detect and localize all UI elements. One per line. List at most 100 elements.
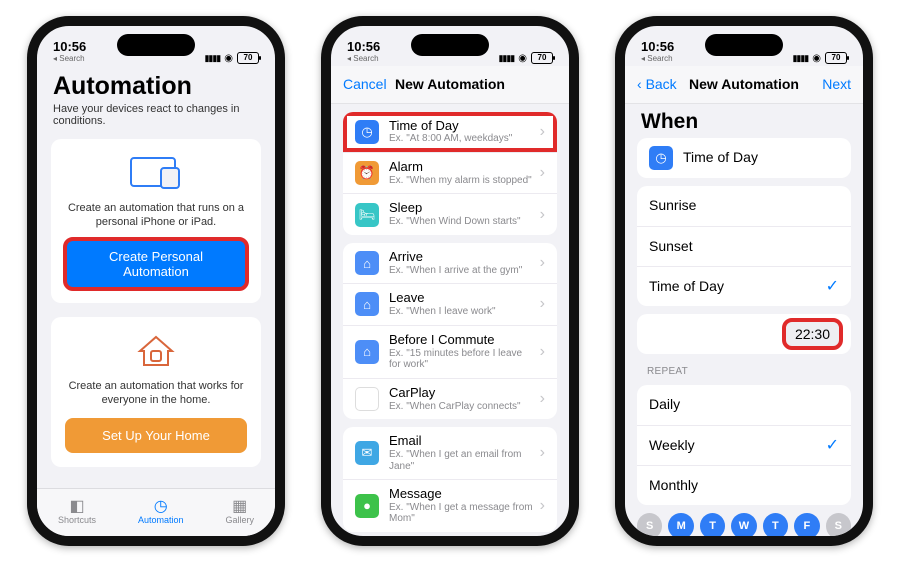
trigger-group-comm: ✉ EmailEx. "When I get an email from Jane… <box>343 427 557 532</box>
battery-icon: 70 <box>237 52 259 64</box>
nav-bar: Cancel New Automation <box>331 66 569 104</box>
wifi-icon <box>518 52 527 64</box>
day-toggle-1[interactable]: M <box>668 513 693 536</box>
chevron-icon: › <box>540 343 545 361</box>
repeat-header: REPEAT <box>647 366 841 377</box>
row-title: Arrive <box>389 250 534 265</box>
checkmark-icon: ✓ <box>826 435 839 455</box>
leave-icon: ⌂ <box>355 292 379 316</box>
phone-new-automation-list: 10:56 ◂ Search 70 Cancel New Automation … <box>321 16 579 546</box>
trigger-row-clock[interactable]: ◷Time of DayEx. "At 8:00 AM, weekdays"› <box>343 112 557 152</box>
chevron-icon: › <box>540 390 545 408</box>
row-title: Sleep <box>389 201 534 216</box>
create-personal-automation-button[interactable]: Create Personal Automation <box>65 239 247 289</box>
automation-icon: ◷ <box>138 499 184 515</box>
row-subtitle: Ex. "15 minutes before I leave for work" <box>389 348 534 371</box>
trigger-row-alarm[interactable]: ⏰AlarmEx. "When my alarm is stopped"› <box>343 152 557 193</box>
day-toggle-6[interactable]: S <box>826 513 851 536</box>
gallery-icon: ▦ <box>225 499 254 515</box>
trigger-row-arrive[interactable]: ⌂ArriveEx. "When I arrive at the gym"› <box>343 243 557 283</box>
page-subtitle: Have your devices react to changes in co… <box>53 103 253 127</box>
row-title: Leave <box>389 291 534 306</box>
option-sunrise[interactable]: Sunrise <box>637 186 851 226</box>
status-search: ◂ Search <box>641 55 674 64</box>
trigger-row-commute[interactable]: ⌂Before I CommuteEx. "15 minutes before … <box>343 325 557 378</box>
trigger-group-location: ⌂ArriveEx. "When I arrive at the gym"›⌂L… <box>343 243 557 419</box>
option-label: Sunrise <box>649 197 839 213</box>
day-toggle-4[interactable]: T <box>763 513 788 536</box>
tab-shortcuts[interactable]: ◧ Shortcuts <box>58 499 96 525</box>
trigger-group-schedule: ◷Time of DayEx. "At 8:00 AM, weekdays"›⏰… <box>343 112 557 235</box>
home-icon <box>65 331 247 371</box>
status-search: ◂ Search <box>53 55 86 64</box>
tab-automation[interactable]: ◷ Automation <box>138 499 184 525</box>
option-time-of-day[interactable]: Time of Day✓ <box>637 266 851 306</box>
set-up-home-button[interactable]: Set Up Your Home <box>65 418 247 453</box>
status-time: 10:56 <box>641 40 674 54</box>
row-title: Time of Day <box>389 119 534 134</box>
devices-icon <box>65 153 247 193</box>
option-label: Weekly <box>649 437 820 453</box>
arrive-icon: ⌂ <box>355 251 379 275</box>
home-card-text: Create an automation that works for ever… <box>65 379 247 408</box>
day-toggle-5[interactable]: F <box>794 513 819 536</box>
time-value-row: 22:30 <box>637 314 851 354</box>
option-monthly[interactable]: Monthly <box>637 465 851 505</box>
trigger-row-message[interactable]: ●MessageEx. "When I get a message from M… <box>343 479 557 532</box>
repeat-options: Daily Weekly ✓ Monthly <box>637 385 851 505</box>
tab-gallery[interactable]: ▦ Gallery <box>225 499 254 525</box>
row-subtitle: Ex. "When I get a message from Mom" <box>389 502 534 525</box>
chevron-icon: › <box>540 444 545 462</box>
cancel-button[interactable]: Cancel <box>343 76 387 92</box>
trigger-row-carplay[interactable]: CCarPlayEx. "When CarPlay connects"› <box>343 378 557 419</box>
time-value[interactable]: 22:30 <box>786 322 839 346</box>
row-subtitle: Ex. "When Wind Down starts" <box>389 216 534 228</box>
back-button[interactable]: ‹ Back <box>637 76 677 92</box>
option-label: Monthly <box>649 477 839 493</box>
row-title: Email <box>389 434 534 449</box>
clock-icon: ◷ <box>355 120 379 144</box>
time-picker-row[interactable]: 22:30 <box>637 314 851 354</box>
trigger-row-sleep[interactable]: 🛏SleepEx. "When Wind Down starts"› <box>343 193 557 234</box>
home-automation-card: Create an automation that works for ever… <box>51 317 261 467</box>
battery-icon: 70 <box>531 52 553 64</box>
option-daily[interactable]: Daily <box>637 385 851 425</box>
signal-icon <box>204 52 220 64</box>
row-title: CarPlay <box>389 386 534 401</box>
trigger-time-of-day: ◷ Time of Day <box>637 138 851 178</box>
next-button[interactable]: Next <box>822 76 851 92</box>
tab-bar: ◧ Shortcuts ◷ Automation ▦ Gallery <box>37 488 275 536</box>
row-title: Alarm <box>389 160 534 175</box>
personal-card-text: Create an automation that runs on a pers… <box>65 201 247 230</box>
email-icon: ✉ <box>355 441 379 465</box>
when-header: When <box>641 110 847 134</box>
row-title: Message <box>389 487 534 502</box>
row-subtitle: Ex. "When I leave work" <box>389 306 534 318</box>
option-sunset[interactable]: Sunset <box>637 226 851 266</box>
signal-icon <box>498 52 514 64</box>
signal-icon <box>792 52 808 64</box>
day-toggle-0[interactable]: S <box>637 513 662 536</box>
nav-bar: ‹ Back New Automation Next <box>625 66 863 104</box>
row-subtitle: Ex. "When I get an email from Jane" <box>389 449 534 472</box>
selected-trigger: ◷ Time of Day <box>637 138 851 178</box>
weekday-selector: SMTWTFS <box>637 513 851 536</box>
time-options: Sunrise Sunset Time of Day✓ <box>637 186 851 306</box>
option-weekly[interactable]: Weekly ✓ <box>637 425 851 465</box>
day-toggle-3[interactable]: W <box>731 513 756 536</box>
day-toggle-2[interactable]: T <box>700 513 725 536</box>
status-time: 10:56 <box>53 40 86 54</box>
trigger-row-leave[interactable]: ⌂ LeaveEx. "When I leave work" › <box>343 283 557 324</box>
chevron-icon: › <box>540 254 545 272</box>
chevron-icon: › <box>540 295 545 313</box>
status-search: ◂ Search <box>347 55 380 64</box>
phone-automation-home: 10:56 ◂ Search 70 Automation Have your d… <box>27 16 285 546</box>
dynamic-island <box>411 34 489 56</box>
alarm-icon: ⏰ <box>355 161 379 185</box>
status-time: 10:56 <box>347 40 380 54</box>
trigger-row-email[interactable]: ✉ EmailEx. "When I get an email from Jane… <box>343 427 557 479</box>
row-title: Before I Commute <box>389 333 534 348</box>
carplay-icon: C <box>355 387 379 411</box>
checkmark-icon: ✓ <box>826 276 839 296</box>
option-label: Sunset <box>649 238 839 254</box>
